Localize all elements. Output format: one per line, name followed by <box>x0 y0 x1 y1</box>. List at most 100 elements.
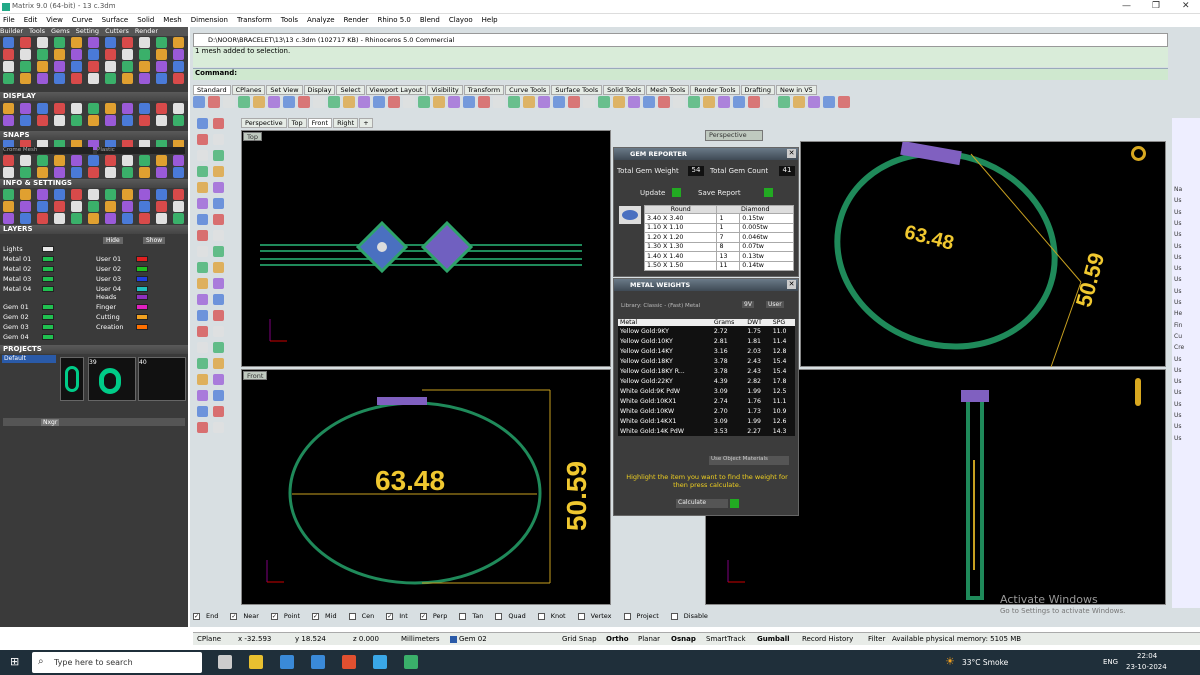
osnap-checkbox[interactable] <box>459 612 467 620</box>
tool-icon[interactable] <box>37 37 48 48</box>
osnap-9[interactable]: Knot <box>537 612 572 620</box>
side-tool-icon[interactable] <box>197 422 208 433</box>
tool-icon[interactable] <box>122 115 133 126</box>
osnap-checkbox[interactable] <box>193 612 200 620</box>
osnap-checkbox[interactable] <box>230 612 238 620</box>
osnap-4[interactable]: Cen <box>348 612 381 620</box>
layer-strip-item[interactable]: Us <box>1174 299 1182 306</box>
tool-icon[interactable] <box>122 37 133 48</box>
osnap-5[interactable]: Int <box>386 612 414 620</box>
tool-icon[interactable] <box>3 73 14 84</box>
tool-icon[interactable] <box>105 73 116 84</box>
tool-icon[interactable] <box>37 201 48 212</box>
side-tool-icon[interactable] <box>213 406 224 417</box>
metal-row[interactable]: White Gold:14KX1 3.09 1.99 12.6 <box>618 416 795 426</box>
tool-icon[interactable] <box>139 37 150 48</box>
side-tool-icon[interactable] <box>197 390 208 401</box>
tool-icon[interactable] <box>3 61 14 72</box>
toolbar-tab[interactable]: Mesh Tools <box>646 85 690 95</box>
toolbar-button-icon[interactable] <box>733 96 745 108</box>
tool-icon[interactable] <box>20 189 31 200</box>
side-tool-icon[interactable] <box>197 358 208 369</box>
side-tool-icon[interactable] <box>197 214 208 225</box>
tool-icon[interactable] <box>88 49 99 60</box>
filter-toggle[interactable]: Filter <box>868 635 885 643</box>
osnap-0[interactable]: End <box>193 612 224 620</box>
tool-icon[interactable] <box>88 61 99 72</box>
toolbar-tab[interactable]: CPlanes <box>231 85 266 95</box>
osnap-checkbox[interactable] <box>537 612 545 620</box>
tool-icon[interactable] <box>71 115 82 126</box>
tool-icon[interactable] <box>122 155 133 166</box>
side-tool-icon[interactable] <box>213 390 224 401</box>
project-default[interactable]: Default <box>2 355 56 363</box>
toolbar-button-icon[interactable] <box>358 96 370 108</box>
tool-icon[interactable] <box>156 103 167 114</box>
toolbar-button-icon[interactable] <box>598 96 610 108</box>
toolbar-button-icon[interactable] <box>388 96 400 108</box>
layer-name[interactable]: Gem 01 <box>3 303 29 311</box>
tool-icon[interactable] <box>54 37 65 48</box>
viewport-tab[interactable]: Perspective <box>241 118 287 128</box>
left-menu-0[interactable]: Builder <box>0 27 23 35</box>
menu-item-5[interactable]: Solid <box>137 16 154 24</box>
viewport-perspective[interactable]: 63.48 50.59 <box>800 141 1166 368</box>
toolbar-button-icon[interactable] <box>748 96 760 108</box>
tool-icon[interactable] <box>105 115 116 126</box>
osnap-1[interactable]: Near <box>230 612 265 620</box>
toolbar-button-icon[interactable] <box>553 96 565 108</box>
toolbar-tab[interactable]: Render Tools <box>690 85 740 95</box>
menu-item-10[interactable]: Analyze <box>307 16 335 24</box>
tool-icon[interactable] <box>37 115 48 126</box>
command-line[interactable]: Command: <box>193 68 1168 80</box>
layer-color-swatch[interactable] <box>42 314 54 320</box>
clock-date[interactable]: 23-10-2024 <box>1126 663 1167 671</box>
osnap-checkbox[interactable] <box>386 612 394 620</box>
taskbar-app-icon[interactable] <box>311 655 325 669</box>
toolbar-tab[interactable]: Display <box>303 85 336 95</box>
tool-icon[interactable] <box>54 61 65 72</box>
tool-icon[interactable] <box>3 213 14 224</box>
menu-item-2[interactable]: View <box>46 16 63 24</box>
layer-strip-item[interactable]: Us <box>1174 254 1182 261</box>
osnap-11[interactable]: Project <box>623 612 665 620</box>
tool-icon[interactable] <box>71 213 82 224</box>
viewport-tab[interactable]: Right <box>333 118 359 128</box>
toolbar-button-icon[interactable] <box>628 96 640 108</box>
tool-icon[interactable] <box>122 167 133 178</box>
menu-item-12[interactable]: Rhino 5.0 <box>378 16 411 24</box>
side-tool-icon[interactable] <box>213 134 224 145</box>
side-tool-icon[interactable] <box>213 326 224 337</box>
layer-strip-item[interactable]: Us <box>1174 423 1182 430</box>
tool-icon[interactable] <box>173 155 184 166</box>
grid-snap-toggle[interactable]: Grid Snap <box>562 635 597 643</box>
tool-icon[interactable] <box>54 103 65 114</box>
toolbar-tab[interactable]: Surface Tools <box>551 85 603 95</box>
osnap-7[interactable]: Tan <box>459 612 489 620</box>
layer-name[interactable]: Metal 04 <box>3 285 31 293</box>
toolbar-tab[interactable]: Set View <box>266 85 303 95</box>
tool-icon[interactable] <box>20 155 31 166</box>
side-tool-icon[interactable] <box>197 278 208 289</box>
status-layer[interactable]: Gem 02 <box>459 635 487 643</box>
toolbar-tab[interactable]: Drafting <box>740 85 775 95</box>
tool-icon[interactable] <box>54 155 65 166</box>
tool-icon[interactable] <box>37 189 48 200</box>
status-cplane[interactable]: CPlane <box>197 635 221 643</box>
pendant-icon[interactable] <box>1133 378 1143 408</box>
tool-icon[interactable] <box>54 115 65 126</box>
tool-icon[interactable] <box>88 73 99 84</box>
minimize-button[interactable]: — <box>1122 1 1131 11</box>
tool-icon[interactable] <box>3 167 14 178</box>
side-tool-icon[interactable] <box>213 166 224 177</box>
tool-icon[interactable] <box>20 49 31 60</box>
update-arrow-icon[interactable] <box>672 188 681 197</box>
layer-strip-item[interactable]: Us <box>1174 209 1182 216</box>
tool-icon[interactable] <box>37 61 48 72</box>
tool-icon[interactable] <box>173 61 184 72</box>
side-tool-icon[interactable] <box>197 182 208 193</box>
tool-icon[interactable] <box>54 73 65 84</box>
layer-name[interactable]: Creation <box>96 323 124 331</box>
clock-time[interactable]: 22:04 <box>1137 652 1157 660</box>
tool-icon[interactable] <box>20 37 31 48</box>
